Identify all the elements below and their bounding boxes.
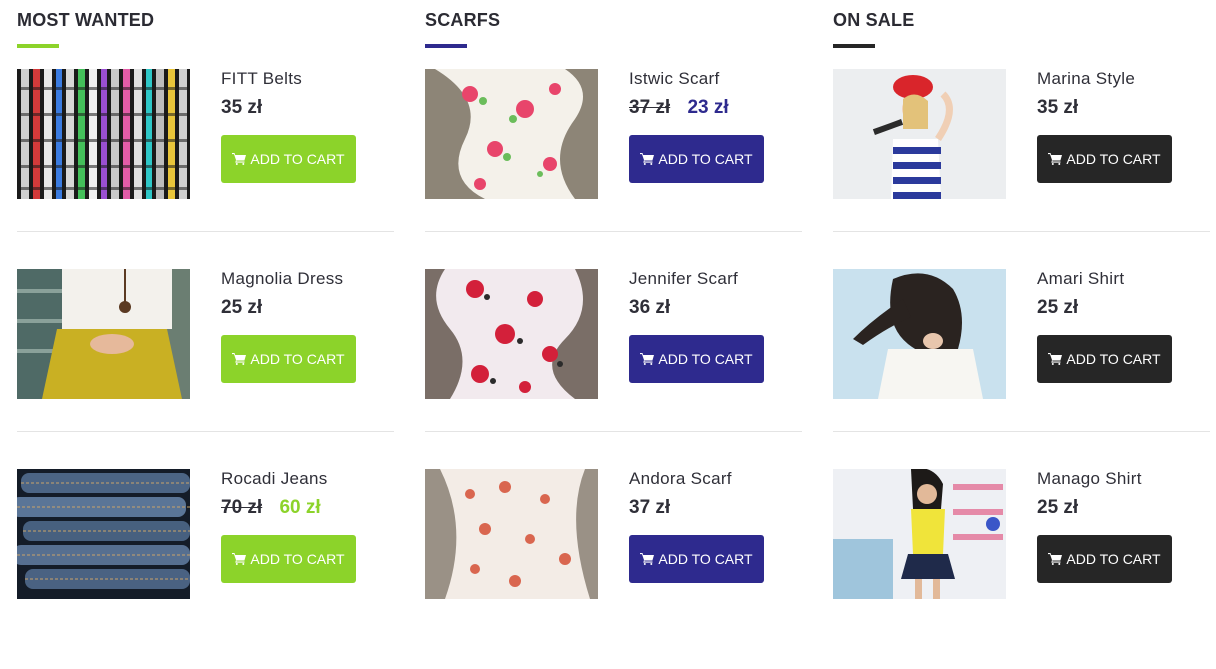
add-to-cart-label: ADD TO CART (658, 351, 753, 367)
add-to-cart-button[interactable]: ADD TO CART (1037, 335, 1172, 383)
add-to-cart-label: ADD TO CART (250, 551, 345, 567)
cart-icon (232, 353, 247, 365)
product-item: Marina Style 35 zł ADD TO CART (833, 69, 1210, 269)
product-price-line: 35 zł (221, 97, 262, 119)
jeans-photo[interactable] (17, 469, 190, 599)
product-price: 25 zł (221, 297, 263, 318)
add-to-cart-label: ADD TO CART (250, 351, 345, 367)
cart-icon (640, 153, 655, 165)
dress-photo[interactable] (17, 269, 190, 399)
product-item: Istwic Scarf 37 zł 23 zł ADD TO CART (425, 69, 802, 269)
scarf-photo[interactable] (425, 269, 598, 399)
product-item: Manago Shirt 25 zł ADD TO CART (833, 469, 1210, 669)
product-name[interactable]: Rocadi Jeans (221, 469, 328, 489)
add-to-cart-label: ADD TO CART (1066, 151, 1161, 167)
add-to-cart-label: ADD TO CART (1066, 351, 1161, 367)
add-to-cart-label: ADD TO CART (658, 551, 753, 567)
product-price: 36 zł (629, 297, 671, 318)
product-item: Andora Scarf 37 zł ADD TO CART (425, 469, 802, 669)
add-to-cart-label: ADD TO CART (250, 151, 345, 167)
add-to-cart-button[interactable]: ADD TO CART (1037, 535, 1172, 583)
title-underline (833, 44, 875, 48)
product-price: 35 zł (221, 97, 263, 118)
column-title: ON SALE (833, 10, 915, 30)
product-price-line: 25 zł (1037, 297, 1078, 319)
cart-icon (232, 153, 247, 165)
product-item: Jennifer Scarf 36 zł ADD TO CART (425, 269, 802, 469)
cart-icon (1048, 153, 1063, 165)
product-old-price: 70 zł (221, 497, 263, 518)
add-to-cart-button[interactable]: ADD TO CART (629, 535, 764, 583)
add-to-cart-button[interactable]: ADD TO CART (629, 135, 764, 183)
cart-icon (640, 353, 655, 365)
cart-icon (1048, 553, 1063, 565)
product-name[interactable]: Istwic Scarf (629, 69, 720, 89)
product-item: Amari Shirt 25 zł ADD TO CART (833, 269, 1210, 469)
model-photo[interactable] (833, 69, 1006, 199)
add-to-cart-label: ADD TO CART (658, 151, 753, 167)
scarf-photo[interactable] (425, 69, 598, 199)
model-photo[interactable] (833, 269, 1006, 399)
product-name[interactable]: Magnolia Dress (221, 269, 343, 289)
product-price-line: 37 zł (629, 497, 670, 519)
belts-photo[interactable] (17, 69, 190, 199)
product-name[interactable]: Jennifer Scarf (629, 269, 738, 289)
model-photo[interactable] (833, 469, 1006, 599)
product-old-price: 37 zł (629, 97, 671, 118)
column-title: SCARFS (425, 10, 501, 30)
product-price: 25 zł (1037, 297, 1079, 318)
title-underline (425, 44, 467, 48)
cart-icon (640, 553, 655, 565)
add-to-cart-button[interactable]: ADD TO CART (629, 335, 764, 383)
add-to-cart-label: ADD TO CART (1066, 551, 1161, 567)
product-price-line: 25 zł (1037, 497, 1078, 519)
product-price: 23 zł (687, 97, 729, 118)
product-item: Magnolia Dress 25 zł ADD TO CART (17, 269, 394, 469)
product-name[interactable]: FITT Belts (221, 69, 302, 89)
product-price-line: 25 zł (221, 297, 262, 319)
cart-icon (232, 553, 247, 565)
product-item: Rocadi Jeans 70 zł 60 zł ADD TO CART (17, 469, 394, 669)
product-price: 35 zł (1037, 97, 1079, 118)
add-to-cart-button[interactable]: ADD TO CART (221, 335, 356, 383)
product-price-line: 36 zł (629, 297, 670, 319)
product-name[interactable]: Marina Style (1037, 69, 1135, 89)
product-price: 25 zł (1037, 497, 1079, 518)
product-name[interactable]: Amari Shirt (1037, 269, 1124, 289)
product-price-line: 37 zł 23 zł (629, 97, 729, 119)
column-title: MOST WANTED (17, 10, 155, 30)
product-price: 37 zł (629, 497, 671, 518)
add-to-cart-button[interactable]: ADD TO CART (1037, 135, 1172, 183)
product-name[interactable]: Andora Scarf (629, 469, 732, 489)
cart-icon (1048, 353, 1063, 365)
scarf-photo[interactable] (425, 469, 598, 599)
product-name[interactable]: Manago Shirt (1037, 469, 1142, 489)
product-price-line: 70 zł 60 zł (221, 497, 321, 519)
product-price-line: 35 zł (1037, 97, 1078, 119)
product-price: 60 zł (279, 497, 321, 518)
title-underline (17, 44, 59, 48)
add-to-cart-button[interactable]: ADD TO CART (221, 535, 356, 583)
add-to-cart-button[interactable]: ADD TO CART (221, 135, 356, 183)
product-item: FITT Belts 35 zł ADD TO CART (17, 69, 394, 269)
